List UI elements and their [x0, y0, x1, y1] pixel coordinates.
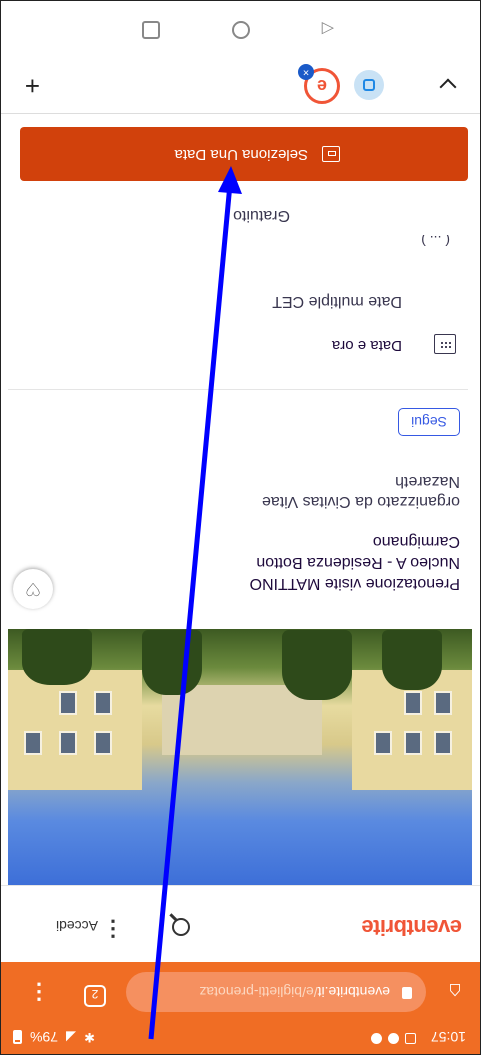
tab-switcher-button[interactable]: 2: [84, 985, 106, 1007]
system-nav-bar: ◁: [1, 0, 480, 59]
more-options-icon[interactable]: ⋮: [102, 916, 124, 942]
recents-icon[interactable]: [142, 21, 160, 39]
event-title-line-1: Prenotazione visite MATTINO: [249, 575, 460, 592]
event-title-line-2: Nucleo A - Residenza Botton: [256, 554, 460, 571]
clock: 10:57: [430, 1029, 466, 1045]
status-bar: 10:57 ✱ ◢ 79%: [1, 1020, 480, 1054]
organizer-info: organizzato da Civitas Vitae Nazareth: [160, 471, 460, 511]
calendar-select-icon: [322, 146, 340, 162]
tab-icon-app[interactable]: [354, 70, 384, 100]
url-text: eventbrite.it/e/biglietti-prenotaz: [140, 984, 390, 1000]
organizer-name[interactable]: organizzato da Civitas Vitae: [160, 491, 460, 511]
search-icon[interactable]: [172, 918, 190, 936]
divider: [8, 389, 468, 390]
window: [94, 731, 112, 755]
system-icons: ✱ ◢ 79%: [13, 1029, 95, 1045]
event-hero-image: [8, 629, 472, 885]
building-right: [8, 670, 142, 790]
home-nav-icon[interactable]: [232, 21, 250, 39]
browser-tab-bar: e × +: [1, 58, 480, 114]
browser-menu-button[interactable]: ⋮: [28, 974, 50, 1010]
back-icon[interactable]: ◁: [320, 20, 334, 39]
url-path: /e/biglietti-prenotaz: [199, 984, 318, 1000]
window: [434, 731, 452, 755]
app-notification-icon: [388, 1033, 399, 1044]
select-date-label: Seleziona Una Data: [174, 146, 308, 163]
home-icon: ⌂: [448, 979, 462, 1004]
lock-icon: [402, 987, 412, 999]
address-bar[interactable]: eventbrite.it/e/biglietti-prenotaz: [126, 972, 426, 1012]
calendar-icon: [434, 334, 456, 354]
bluetooth-icon: ✱: [84, 1030, 95, 1045]
event-title-line-3: Carmignano: [372, 533, 460, 550]
window: [434, 691, 452, 715]
url-domain: eventbrite.it: [317, 984, 390, 1000]
chevron-down-icon[interactable]: [439, 78, 457, 96]
window: [374, 731, 392, 755]
site-header: eventbrite ⋮ Accedi: [1, 885, 480, 962]
eventbrite-logo[interactable]: eventbrite: [362, 914, 462, 940]
window: [404, 691, 422, 715]
select-date-button[interactable]: Seleziona Una Data: [20, 127, 468, 181]
window: [24, 731, 42, 755]
add-tab-button[interactable]: +: [25, 70, 40, 101]
login-link[interactable]: Accedi: [56, 918, 98, 934]
notification-icons: [371, 1033, 416, 1044]
price-label: Gratuito: [233, 207, 290, 224]
home-button[interactable]: ⌂: [440, 976, 470, 1006]
follow-button[interactable]: Segui: [398, 408, 460, 436]
app-notification-icon-2: [371, 1033, 382, 1044]
tree: [382, 630, 442, 690]
battery-percent: 79%: [30, 1029, 59, 1045]
datetime-partial: ( ... ): [421, 235, 450, 249]
organizer-name-continued[interactable]: Nazareth: [160, 471, 460, 491]
window: [94, 691, 112, 715]
like-button[interactable]: ♡: [13, 569, 53, 609]
browser-toolbar: ⌂ eventbrite.it/e/biglietti-prenotaz 2 ⋮: [1, 962, 480, 1020]
datetime-heading: Data e ora: [331, 337, 402, 354]
heart-icon: ♡: [24, 579, 42, 599]
window: [404, 731, 422, 755]
tree: [282, 630, 352, 700]
screen: 10:57 ✱ ◢ 79% ⌂ eventbrite.it/e/bigliett…: [0, 0, 481, 1055]
calendar-notification-icon: [405, 1033, 416, 1044]
tree: [22, 629, 92, 685]
close-tab-icon[interactable]: ×: [298, 64, 314, 80]
window: [59, 731, 77, 755]
window: [59, 691, 77, 715]
datetime-value: Date multiple CET: [272, 293, 402, 310]
tree: [142, 630, 202, 695]
signal-icon: ◢: [66, 1030, 77, 1045]
battery-icon: [13, 1030, 22, 1044]
